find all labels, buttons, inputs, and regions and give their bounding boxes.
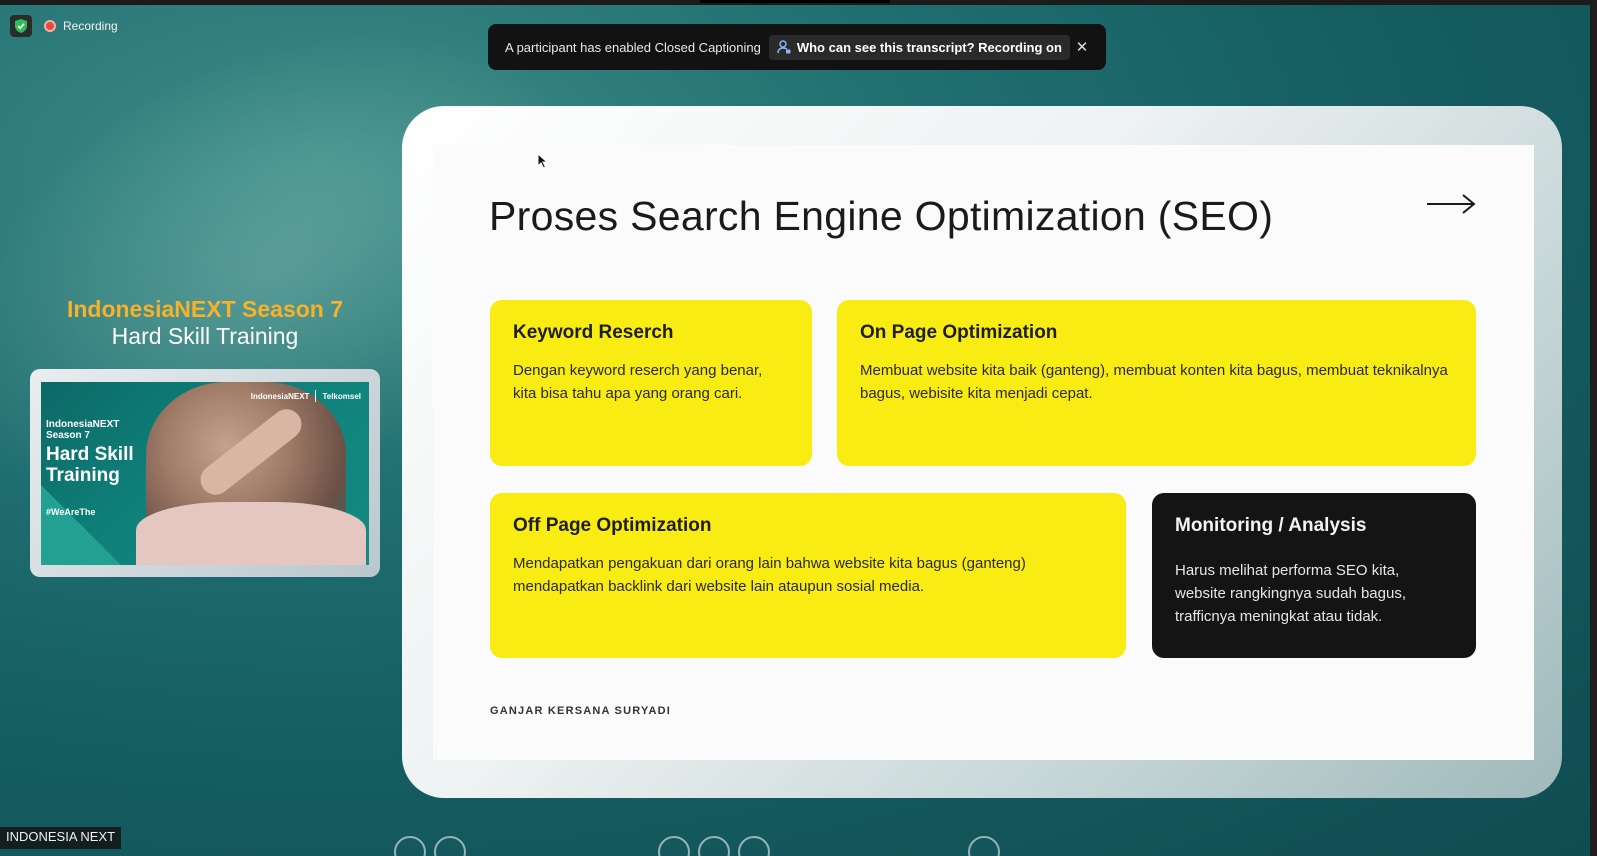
speaker-video-tile[interactable]: IndonesiaNEXT Telkomsel IndonesiaNEXT Se… bbox=[30, 369, 380, 577]
card-body: Dengan keyword reserch yang benar, kita … bbox=[513, 362, 763, 402]
recording-label: Recording bbox=[63, 19, 118, 33]
banner-message: A participant has enabled Closed Caption… bbox=[505, 39, 761, 55]
video-logos: IndonesiaNEXT Telkomsel bbox=[251, 390, 361, 402]
card-body: Mendapatkan pengakuan dari orang lain ba… bbox=[513, 555, 1026, 595]
security-shield-icon[interactable] bbox=[10, 15, 32, 37]
video-overlay-season: IndonesiaNEXT Season 7 bbox=[46, 419, 119, 441]
right-window-strip bbox=[1590, 0, 1597, 856]
bottom-social-strip bbox=[390, 832, 1290, 856]
top-window-strip bbox=[0, 0, 1597, 5]
recording-indicator[interactable]: Recording bbox=[44, 15, 118, 37]
closed-caption-banner: A participant has enabled Closed Caption… bbox=[488, 24, 1106, 70]
video-overlay-heading-2: Training bbox=[46, 465, 120, 486]
transcript-visibility-link[interactable]: Who can see this transcript? Recording o… bbox=[768, 34, 1070, 60]
social-icon-1 bbox=[394, 836, 426, 856]
transcript-link-label: Who can see this transcript? Recording o… bbox=[796, 39, 1062, 55]
mouse-cursor-icon bbox=[537, 153, 549, 169]
card-keyword-research: Keyword Reserch Dengan keyword reserch y… bbox=[490, 300, 812, 466]
video-overlay-heading: Hard Skill Training bbox=[46, 444, 134, 486]
video-logo-right: Telkomsel bbox=[322, 391, 361, 401]
globe-icon bbox=[968, 836, 1000, 856]
social-icon-5 bbox=[738, 836, 770, 856]
participant-name-label: INDONESIA NEXT bbox=[0, 827, 122, 849]
video-overlay-hashtag: #WeAreThe bbox=[46, 507, 96, 517]
card-title: On Page Optimization bbox=[860, 322, 1058, 343]
slide-title: Proses Search Engine Optimization (SEO) bbox=[489, 193, 1274, 239]
video-overlay-heading-1: Hard Skill bbox=[46, 444, 134, 465]
card-title: Keyword Reserch bbox=[513, 322, 674, 343]
event-title: IndonesiaNEXT Season 7 bbox=[66, 296, 344, 322]
social-icon-2 bbox=[434, 836, 466, 856]
video-logo-left: IndonesiaNEXT bbox=[250, 391, 310, 401]
speaker-shirt bbox=[136, 502, 366, 565]
close-banner-button[interactable]: ✕ bbox=[1072, 38, 1092, 56]
social-icon-4 bbox=[698, 836, 730, 856]
social-icon-3 bbox=[658, 836, 690, 856]
card-body: Harus melihat performa SEO kita, website… bbox=[1175, 562, 1406, 625]
card-body: Membuat website kita baik (ganteng), mem… bbox=[860, 362, 1448, 402]
arrow-right-icon bbox=[1427, 194, 1476, 214]
video-overlay-line1: IndonesiaNEXT bbox=[46, 419, 120, 430]
slide-author: GANJAR KERSANA SURYADI bbox=[490, 705, 672, 717]
card-title: Monitoring / Analysis bbox=[1175, 515, 1367, 536]
event-subtitle: Hard Skill Training bbox=[111, 323, 299, 349]
speaker-video: IndonesiaNEXT Telkomsel IndonesiaNEXT Se… bbox=[41, 382, 369, 565]
video-decoration bbox=[41, 485, 121, 565]
card-title: Off Page Optimization bbox=[513, 515, 712, 536]
person-lock-icon bbox=[777, 40, 791, 54]
card-on-page-optimization: On Page Optimization Membuat website kit… bbox=[837, 300, 1476, 466]
video-overlay-line2: Season 7 bbox=[46, 430, 90, 441]
card-off-page-optimization: Off Page Optimization Mendapatkan pengak… bbox=[490, 493, 1126, 658]
recording-dot-icon bbox=[44, 20, 56, 32]
card-monitoring-analysis: Monitoring / Analysis Harus melihat perf… bbox=[1152, 493, 1476, 658]
presentation-slide: Proses Search Engine Optimization (SEO) … bbox=[433, 145, 1534, 760]
